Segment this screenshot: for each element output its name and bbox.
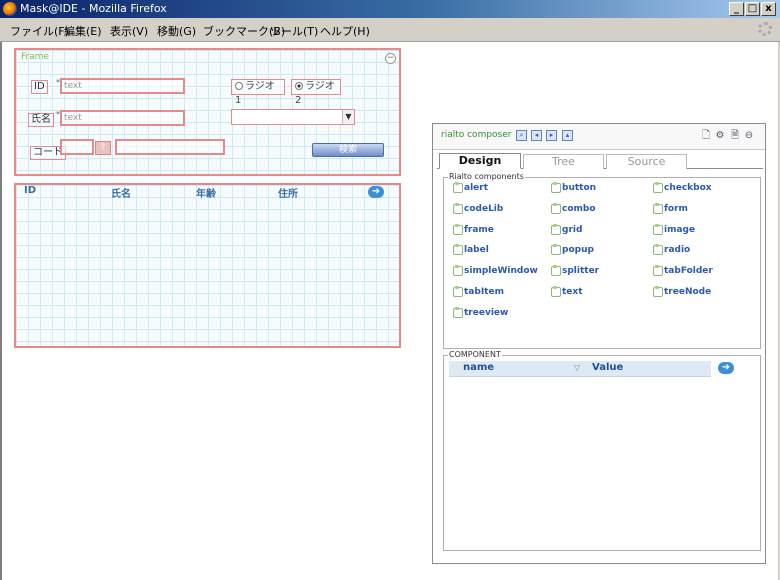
cube-icon [550,203,561,214]
cube-icon [550,182,561,193]
cube-icon [452,203,463,214]
composer-title: rialto composer [441,130,512,140]
property-name-header[interactable]: name [463,362,494,373]
collapse-icon[interactable]: − [385,53,396,64]
maximize-button[interactable]: □ [745,2,760,16]
settings-icon[interactable]: ⚙ [714,130,726,142]
column-address[interactable]: 住所 [278,185,298,200]
cube-icon [452,286,463,297]
throbber-icon [758,22,772,36]
property-table-header: name ▽ Value [449,361,711,377]
components-legend: Rialto components [448,172,525,181]
cube-icon [452,307,463,318]
component-combo[interactable]: combo [550,203,596,215]
component-treeview[interactable]: treeview [452,307,508,319]
component-tabfolder[interactable]: tabFolder [652,265,713,277]
code-name-field[interactable] [115,139,225,155]
search-button[interactable]: 検索 [312,143,384,157]
move-left-icon[interactable]: ◂ [531,130,542,141]
firefox-icon [3,2,17,16]
component-button[interactable]: button [550,182,596,194]
move-right-icon[interactable]: ▸ [546,130,557,141]
radio-option-1[interactable]: ラジオ1 [231,79,285,106]
title-bar: Mask@IDE - Mozilla Firefox _ □ x [0,0,780,18]
new-file-icon[interactable]: 🗋 [700,130,712,142]
name-field[interactable]: text [60,110,185,126]
inspect-icon[interactable]: ⌕ [516,130,527,141]
composer-tabs: Design Tree Source [437,153,763,169]
refresh-icon[interactable]: ➜ [368,186,384,198]
tab-tree[interactable]: Tree [523,154,604,169]
column-name[interactable]: 氏名 [111,185,131,200]
window-controls: _ □ x [729,2,776,16]
component-image[interactable]: image [652,224,695,236]
menu-bar: ファイル(F) 編集(E) 表示(V) 移動(G) ブックマーク(B) ツール(… [0,18,780,42]
name-label: 氏名 [28,113,54,127]
cube-icon [550,224,561,235]
id-field[interactable]: text [60,78,185,94]
cube-icon [452,265,463,276]
component-simplewindow[interactable]: simpleWindow [452,265,538,277]
cube-icon [652,203,663,214]
component-treenode[interactable]: treeNode [652,286,711,298]
cube-icon [452,244,463,255]
sort-icon[interactable]: ▽ [574,363,580,372]
component-checkbox[interactable]: checkbox [652,182,712,194]
move-up-icon[interactable]: ▴ [562,130,573,141]
cube-icon [550,265,561,276]
component-grid[interactable]: grid [550,224,582,236]
minimize-icon[interactable]: ⊖ [743,130,755,142]
radio-icon [235,82,243,90]
refresh-properties-icon[interactable]: ➜ [718,362,734,374]
column-id[interactable]: ID [24,185,36,196]
cube-icon [652,244,663,255]
menu-view[interactable]: 表示(V) [110,23,148,39]
close-button[interactable]: x [761,2,776,16]
cube-icon [652,224,663,235]
data-grid: ID 氏名 年齢 住所 ➜ [14,183,401,348]
component-splitter[interactable]: splitter [550,265,599,277]
save-icon[interactable]: 🗎 [729,130,741,142]
tab-source[interactable]: Source [606,154,687,169]
menu-file[interactable]: ファイル(F) [10,23,69,39]
menu-help[interactable]: ヘルプ(H) [320,23,370,39]
component-frame[interactable]: frame [452,224,494,236]
radio-selected-icon [295,82,303,90]
menu-edit[interactable]: 編集(E) [64,23,102,39]
component-codelib[interactable]: codeLib [452,203,503,215]
component-tabitem[interactable]: tabItem [452,286,504,298]
chevron-down-icon: ▼ [342,110,354,124]
window-title: Mask@IDE - Mozilla Firefox [20,2,167,15]
cube-icon [652,265,663,276]
radio-option-2[interactable]: ラジオ2 [291,79,341,106]
cube-icon [550,244,561,255]
component-form[interactable]: form [652,203,688,215]
minimize-button[interactable]: _ [729,2,744,16]
component-popup[interactable]: popup [550,244,594,256]
grid-header: ID 氏名 年齢 住所 ➜ [16,185,399,200]
column-age[interactable]: 年齢 [196,185,216,200]
combo-select[interactable]: ▼ [231,109,355,125]
cube-icon [452,224,463,235]
property-value-header[interactable]: Value [592,362,623,373]
cube-icon [652,286,663,297]
menu-tools[interactable]: ツール(T) [270,23,318,39]
frame-title: Frame [21,52,50,62]
component-radio[interactable]: radio [652,244,690,256]
id-label: ID [31,80,48,94]
cube-icon [652,182,663,193]
properties-fieldset: COMPONENT [443,350,761,551]
menu-go[interactable]: 移動(G) [157,23,196,39]
cube-icon [452,182,463,193]
cube-icon [550,286,561,297]
composer-toolbar: rialto composer ⌕ ◂ ▸ ▴ 🗋 ⚙ 🗎 ⊖ [433,124,765,150]
component-alert[interactable]: alert [452,182,488,194]
component-legend: COMPONENT [448,350,502,359]
component-label[interactable]: label [452,244,489,256]
tab-design[interactable]: Design [439,153,521,169]
code-field[interactable] [60,139,94,155]
component-text[interactable]: text [550,286,583,298]
help-button[interactable]: ? [95,141,111,155]
